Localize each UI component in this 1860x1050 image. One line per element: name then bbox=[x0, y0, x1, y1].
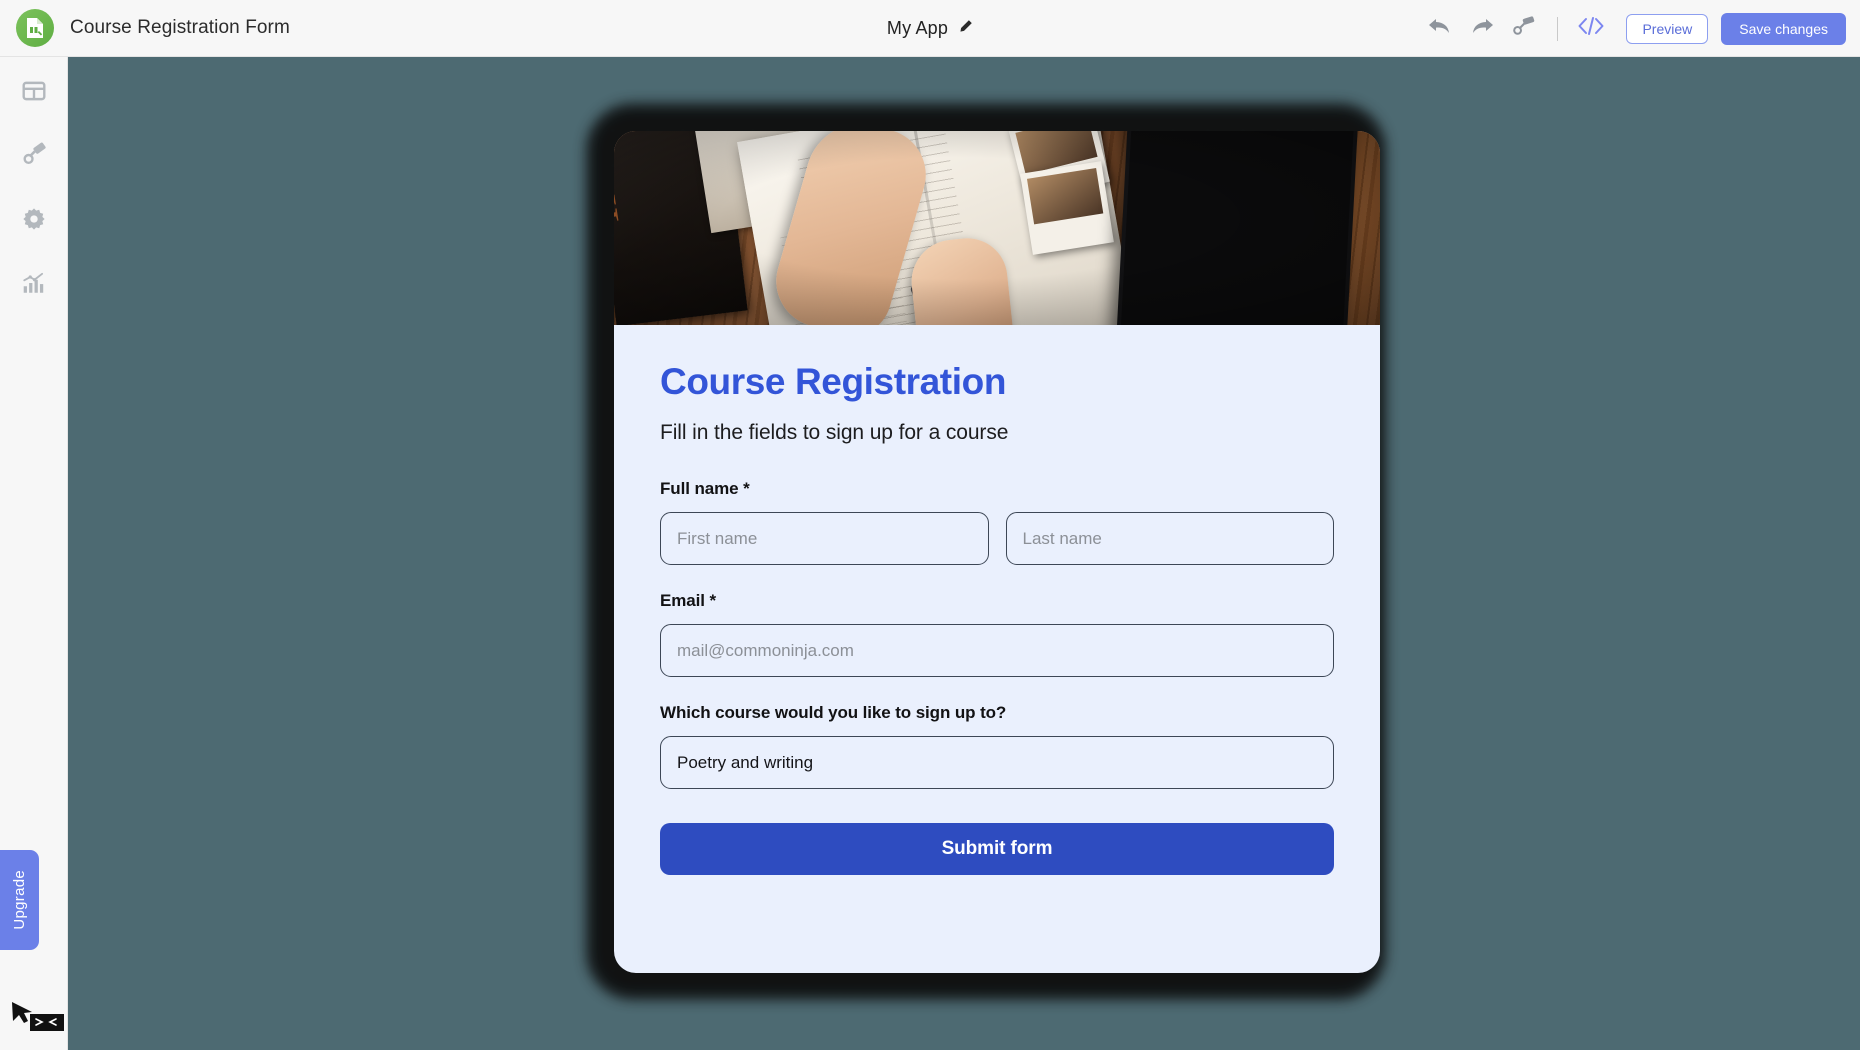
paint-roller-icon bbox=[1512, 14, 1536, 43]
photo-print-2 bbox=[1020, 161, 1114, 255]
app-logo bbox=[16, 9, 54, 47]
toolbar-divider bbox=[1557, 16, 1559, 41]
full-name-row bbox=[660, 512, 1334, 565]
book-cover-text: OUL bbox=[614, 138, 631, 242]
ninja-cursor-icon[interactable] bbox=[10, 1000, 66, 1044]
code-icon bbox=[1577, 15, 1605, 42]
sidebar-item-layout[interactable] bbox=[0, 61, 68, 125]
app-name-label: My App bbox=[886, 18, 949, 38]
course-select-value: Poetry and writing bbox=[677, 752, 814, 772]
form-document-icon bbox=[25, 17, 45, 39]
style-button[interactable] bbox=[1503, 8, 1545, 50]
sidebar-item-design[interactable] bbox=[0, 125, 68, 189]
form-heading: Course Registration bbox=[660, 361, 1007, 402]
save-changes-button[interactable]: Save changes bbox=[1721, 12, 1846, 45]
last-name-input[interactable] bbox=[1005, 512, 1334, 565]
sidebar-item-settings[interactable] bbox=[0, 189, 68, 253]
layout-grid-icon bbox=[21, 78, 47, 109]
gear-icon bbox=[21, 206, 47, 237]
hero-image: OUL bbox=[614, 131, 1380, 325]
form-body: Course Registration Fill in the fields t… bbox=[614, 325, 1380, 915]
submit-form-button[interactable]: Submit form bbox=[660, 823, 1334, 875]
email-label: Email * bbox=[660, 591, 716, 610]
course-select-wrap: Poetry and writing bbox=[660, 736, 1334, 789]
pencil-icon[interactable] bbox=[958, 19, 973, 39]
full-name-label: Full name * bbox=[660, 479, 750, 498]
first-name-input[interactable] bbox=[660, 512, 989, 565]
email-row bbox=[660, 624, 1334, 677]
upgrade-label: Upgrade bbox=[11, 870, 28, 930]
brand-area: Course Registration Form bbox=[0, 9, 430, 47]
undo-icon bbox=[1427, 15, 1453, 42]
upgrade-button[interactable]: Upgrade bbox=[0, 850, 39, 950]
form-card: OUL Course Registration Fill in the fiel… bbox=[614, 131, 1380, 973]
page-title: Course Registration Form bbox=[70, 17, 290, 38]
paintbrush-icon bbox=[21, 142, 47, 173]
analytics-chart-icon bbox=[21, 270, 47, 301]
embed-code-button[interactable] bbox=[1570, 8, 1612, 50]
toolbar-actions: Preview Save changes bbox=[1419, 0, 1846, 57]
undo-button[interactable] bbox=[1419, 8, 1461, 50]
sidebar-item-analytics[interactable] bbox=[0, 253, 68, 317]
editor-canvas: OUL Course Registration Fill in the fiel… bbox=[68, 57, 1860, 1050]
email-input[interactable] bbox=[660, 624, 1334, 677]
course-label: Which course would you like to sign up t… bbox=[660, 703, 1007, 722]
left-sidebar: Upgrade bbox=[0, 57, 68, 1050]
top-toolbar: Course Registration Form My App Preview … bbox=[0, 0, 1860, 57]
form-subheading: Fill in the fields to sign up for a cour… bbox=[660, 421, 1009, 444]
redo-button[interactable] bbox=[1461, 8, 1503, 50]
redo-icon bbox=[1469, 15, 1495, 42]
preview-button[interactable]: Preview bbox=[1626, 13, 1709, 44]
tablet-device bbox=[1115, 131, 1359, 325]
course-select[interactable]: Poetry and writing bbox=[660, 736, 1334, 789]
